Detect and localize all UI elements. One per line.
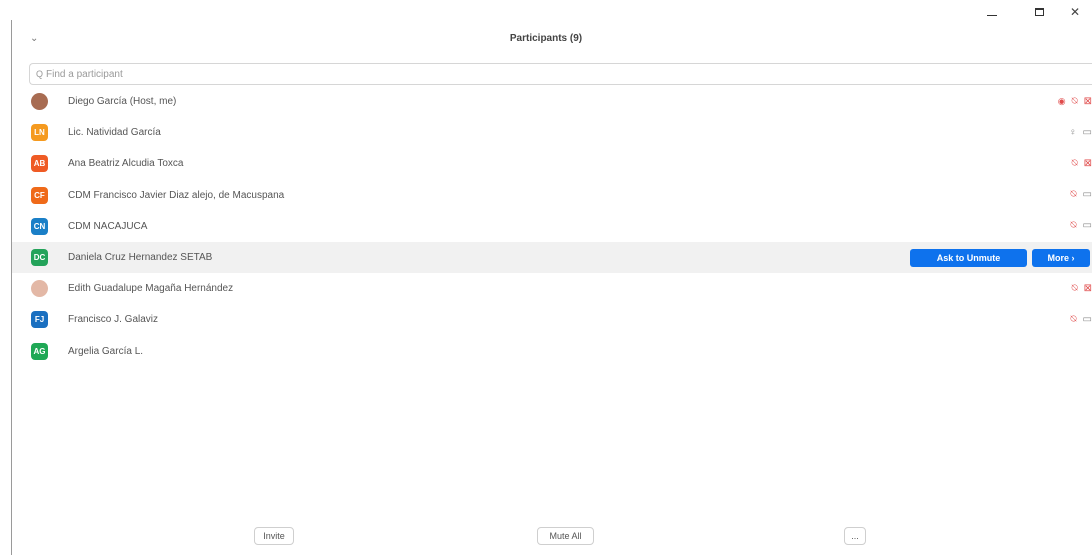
participant-status: ⍉ ⊠ [1071, 157, 1092, 169]
minimize-icon [987, 14, 997, 16]
mic-muted-icon: ⍉ [1070, 189, 1077, 201]
participant-status: ◉ ⍉ ⊠ [1057, 95, 1092, 107]
maximize-button[interactable] [1024, 3, 1054, 21]
video-icon: ▭ [1082, 126, 1092, 138]
participant-list: Diego García (Host, me) ◉ ⍉ ⊠ LN Lic. Nativid… [12, 86, 1092, 367]
panel-title: Participants (9) [509, 33, 583, 44]
minimize-button[interactable] [977, 3, 1007, 21]
row-more-button[interactable]: More › [1032, 248, 1090, 267]
mute-all-button[interactable]: Mute All [537, 527, 594, 545]
participant-name: Argelia García L. [68, 345, 144, 357]
participant-name: Francisco J. Galaviz [68, 314, 159, 326]
participant-row[interactable]: DC Daniela Cruz Hernandez SETAB Ask to Unm… [12, 241, 1092, 274]
participant-row[interactable]: CF CDM Francisco Javier Diaz alejo, de Ma… [12, 180, 1092, 211]
participant-row[interactable]: LN Lic. Natividad García ♀ ▭ [12, 117, 1092, 148]
avatar: AG [31, 342, 48, 360]
video-icon: ▭ [1082, 220, 1092, 232]
participant-row[interactable]: AB Ana Beatriz Alcudia Toxca ⍉ ⊠ [12, 148, 1092, 179]
avatar: FJ [31, 311, 48, 329]
video-icon: ▭ [1082, 189, 1092, 201]
avatar: CN [31, 217, 48, 235]
participant-row[interactable]: CN CDM NACAJUCA ⍉ ▭ [12, 211, 1092, 242]
mic-muted-icon: ⍉ [1071, 95, 1078, 107]
participant-name: Daniela Cruz Hernandez SETAB [68, 252, 213, 264]
avatar [31, 93, 48, 111]
participant-status: ⍉ ▭ [1071, 190, 1092, 200]
mic-muted-icon: ⍉ [1070, 313, 1077, 325]
mic-muted-icon: ⍉ [1070, 220, 1077, 232]
video-off-icon: ⊠ [1083, 157, 1092, 169]
avatar: LN [31, 124, 48, 142]
avatar: DC [31, 249, 48, 267]
invite-button[interactable]: Invite [254, 527, 294, 545]
participant-status: ⍉ ▭ [1070, 313, 1092, 325]
mic-muted-icon: ⍉ [1071, 282, 1078, 294]
participant-name: Lic. Natividad García [68, 127, 161, 139]
avatar: CF [31, 186, 48, 204]
participant-status: ⍉ ▭ [1071, 221, 1092, 231]
maximize-icon [1034, 8, 1044, 16]
participant-row[interactable]: Diego García (Host, me) ◉ ⍉ ⊠ [12, 86, 1092, 117]
avatar: AB [31, 155, 48, 173]
participant-status: ♀ ▭ [1069, 126, 1092, 138]
search-icon: Q [36, 69, 44, 79]
participant-row[interactable]: Edith Guadalupe Magaña Hernández ⍉ ⊠ [12, 273, 1092, 304]
participant-name: Edith Guadalupe Magaña Hernández [68, 283, 234, 295]
participant-status: ⍉ ⊠ [1071, 282, 1092, 294]
search-input[interactable] [46, 68, 447, 80]
participant-row[interactable]: FJ Francisco J. Galaviz ⍉ ▭ [12, 304, 1092, 335]
mic-icon: ♀ [1069, 126, 1077, 138]
video-off-icon: ⊠ [1083, 282, 1092, 294]
participant-name: Ana Beatriz Alcudia Toxca [68, 158, 184, 170]
video-off-icon: ⊠ [1083, 95, 1092, 107]
participant-row[interactable]: AG Argelia García L. [12, 336, 1092, 367]
more-options-button[interactable]: ... [844, 527, 866, 545]
participant-name: CDM NACAJUCA [68, 220, 148, 232]
avatar [31, 280, 48, 298]
search-box[interactable]: Q [29, 63, 1092, 85]
video-icon: ▭ [1082, 313, 1092, 325]
screen-share-icon: ◉ [1057, 96, 1066, 107]
close-icon: ✕ [1069, 5, 1081, 19]
participant-name: CDM Francisco Javier Diaz alejo, de Macu… [68, 189, 285, 201]
ask-to-unmute-button[interactable]: Ask to Unmute [910, 248, 1027, 267]
participant-name: Diego García (Host, me) [68, 96, 177, 108]
mic-muted-icon: ⍉ [1071, 157, 1078, 169]
close-button[interactable]: ✕ [1060, 3, 1090, 21]
